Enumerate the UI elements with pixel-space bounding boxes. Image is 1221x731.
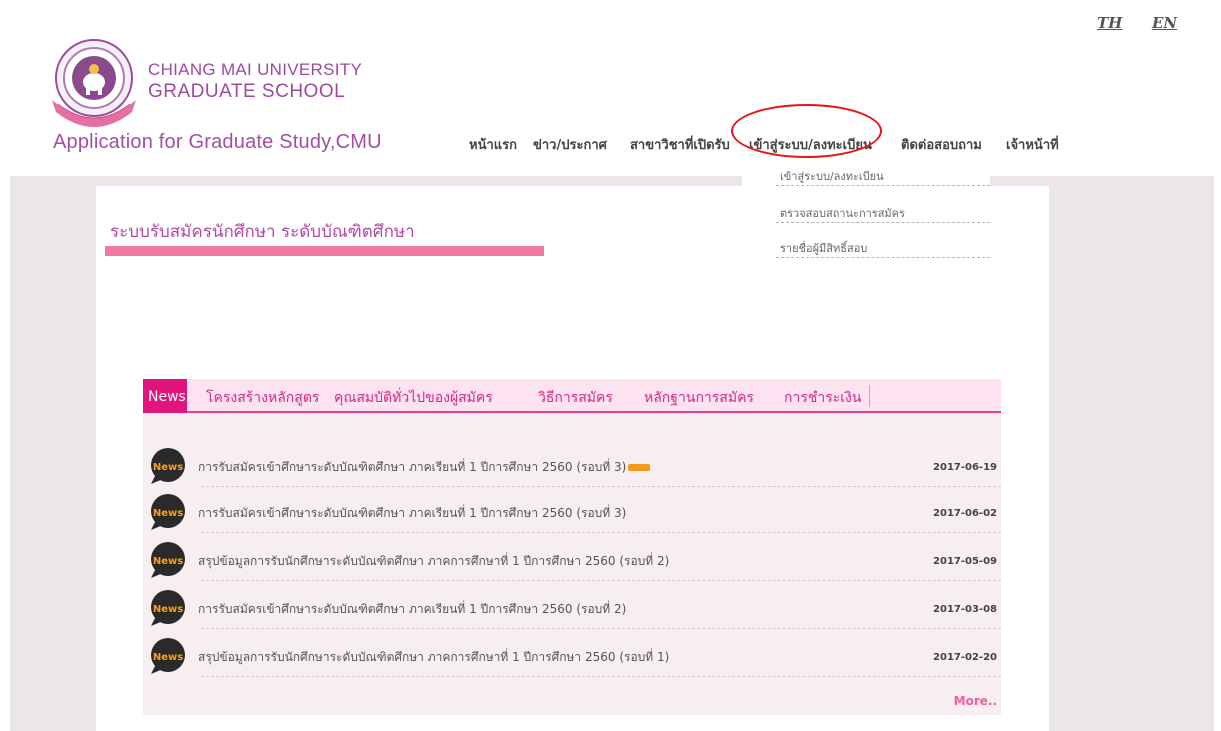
news-date: 2017-03-08 — [933, 604, 997, 615]
news-title[interactable]: การรับสมัครเข้าศึกษาระดับบัณฑิตศึกษา ภาค… — [198, 458, 651, 477]
news-item[interactable]: News สรุปข้อมูลการรับนักศึกษาระดับบัณฑิต… — [147, 541, 1001, 581]
news-icon-label: News — [153, 556, 183, 567]
news-title[interactable]: การรับสมัครเข้าศึกษาระดับบัณฑิตศึกษา ภาค… — [198, 600, 626, 619]
tab-divider — [869, 385, 870, 407]
row-divider — [201, 676, 1001, 677]
new-badge-icon — [628, 464, 651, 471]
news-title[interactable]: สรุปข้อมูลการรับนักศึกษาระดับบัณฑิตศึกษา… — [198, 648, 669, 667]
news-bubble-icon: News — [151, 638, 185, 674]
dropdown-item-check-status[interactable]: ตรวจสอบสถานะการสมัคร — [776, 196, 990, 223]
nav-login-register[interactable]: เข้าสู่ระบบ/ลงทะเบียน — [749, 134, 872, 155]
news-item[interactable]: News การรับสมัครเข้าศึกษาระดับบัณฑิตศึกษ… — [147, 493, 1001, 533]
tab-documents[interactable]: หลักฐานการสมัคร — [644, 387, 754, 409]
tab-news[interactable]: News — [143, 379, 187, 413]
heading-underline — [105, 246, 544, 256]
dropdown-item-login-register[interactable]: เข้าสู่ระบบ/ลงทะเบียน — [776, 159, 990, 186]
news-bubble-icon: News — [151, 448, 185, 484]
news-icon-label: News — [153, 462, 183, 473]
row-divider — [201, 580, 1001, 581]
lang-en-link[interactable]: EN — [1152, 14, 1177, 32]
dropdown-item-eligible-list[interactable]: รายชื่อผู้มีสิทธิ์สอบ — [776, 231, 990, 258]
news-date: 2017-06-02 — [933, 508, 997, 519]
tab-curriculum[interactable]: โครงสร้างหลักสูตร — [206, 387, 319, 409]
news-panel: News โครงสร้างหลักสูตร คุณสมบัติทั่วไปขอ… — [143, 379, 1001, 715]
news-bubble-icon: News — [151, 542, 185, 578]
news-date: 2017-05-09 — [933, 556, 997, 567]
row-divider — [201, 628, 1001, 629]
row-divider — [201, 486, 1001, 487]
brand-text: CHIANG MAI UNIVERSITY GRADUATE SCHOOL — [148, 60, 362, 102]
tab-how-to-apply[interactable]: วิธีการสมัคร — [538, 387, 613, 409]
page-title: ระบบรับสมัครนักศึกษา ระดับบัณฑิตศึกษา — [110, 222, 415, 242]
nav-news[interactable]: ข่าว/ประกาศ — [533, 134, 607, 155]
more-link[interactable]: More.. — [954, 694, 997, 708]
nav-home[interactable]: หน้าแรก — [469, 134, 517, 155]
university-logo[interactable] — [46, 38, 142, 128]
nav-contact[interactable]: ติดต่อสอบถาม — [901, 134, 982, 155]
brand-line-school: GRADUATE SCHOOL — [148, 80, 346, 102]
news-title[interactable]: สรุปข้อมูลการรับนักศึกษาระดับบัณฑิตศึกษา… — [198, 552, 669, 571]
news-title-text: การรับสมัครเข้าศึกษาระดับบัณฑิตศึกษา ภาค… — [198, 460, 627, 474]
news-item[interactable]: News การรับสมัครเข้าศึกษาระดับบัณฑิตศึกษ… — [147, 589, 1001, 629]
news-icon-label: News — [153, 604, 183, 615]
login-dropdown-menu: เข้าสู่ระบบ/ลงทะเบียน ตรวจสอบสถานะการสมั… — [742, 159, 990, 267]
news-bubble-icon: News — [151, 590, 185, 626]
news-icon-label: News — [153, 508, 183, 519]
brand-line-university: CHIANG MAI UNIVERSITY — [148, 60, 363, 79]
news-bubble-icon: News — [151, 494, 185, 530]
tab-qualifications[interactable]: คุณสมบัติทั่วไปของผู้สมัคร — [334, 387, 493, 409]
news-item[interactable]: News การรับสมัครเข้าศึกษาระดับบัณฑิตศึกษ… — [147, 447, 1001, 487]
news-icon-label: News — [153, 652, 183, 663]
news-date: 2017-06-19 — [933, 462, 997, 473]
cmu-seal-icon — [52, 39, 136, 127]
nav-programs[interactable]: สาขาวิชาที่เปิดรับ — [630, 134, 730, 155]
nav-staff[interactable]: เจ้าหน้าที่ — [1006, 134, 1059, 155]
news-tabs: News โครงสร้างหลักสูตร คุณสมบัติทั่วไปขอ… — [143, 379, 1001, 413]
lang-th-link[interactable]: TH — [1097, 14, 1122, 32]
news-date: 2017-02-20 — [933, 652, 997, 663]
tab-payment[interactable]: การชำระเงิน — [784, 387, 861, 409]
app-title: Application for Graduate Study,CMU — [53, 131, 382, 153]
news-title[interactable]: การรับสมัครเข้าศึกษาระดับบัณฑิตศึกษา ภาค… — [198, 504, 626, 523]
row-divider — [201, 532, 1001, 533]
news-item[interactable]: News สรุปข้อมูลการรับนักศึกษาระดับบัณฑิต… — [147, 637, 1001, 677]
